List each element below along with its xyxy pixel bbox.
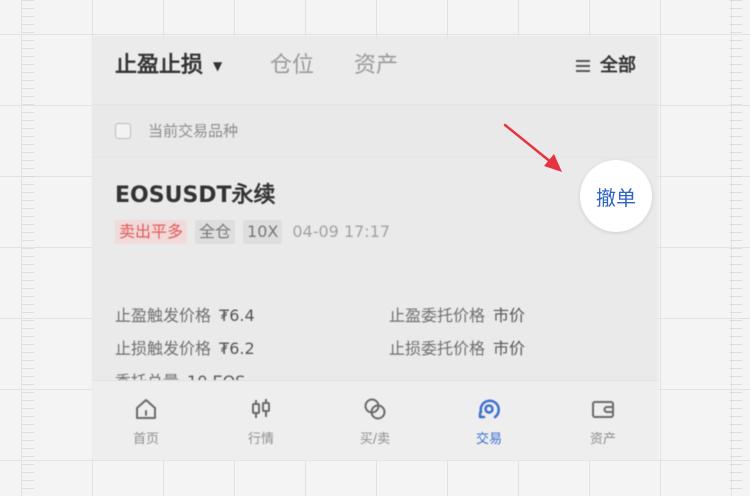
app-screen: 止盈止损 ▼ 仓位 资产 全部 当前交易品种 EOSUSDT永续 卖出平多 全仓… — [92, 36, 658, 460]
left-ruler — [22, 0, 34, 496]
tab-tp-sl[interactable]: 止盈止损 ▼ — [115, 50, 222, 82]
order-card: EOSUSDT永续 卖出平多 全仓 10X 04-09 17:17 止盈触发价格… — [92, 158, 658, 391]
order-side-badge: 卖出平多 — [115, 220, 188, 244]
margin-mode-badge: 全仓 — [195, 220, 236, 244]
tp-trigger-value: ₮6.4 — [219, 306, 255, 325]
tab-tp-sl-label: 止盈止损 — [115, 53, 204, 78]
filter-all-label: 全部 — [600, 55, 636, 76]
bottom-nav: 首页 行情 买/卖 交易 资产 — [92, 380, 658, 460]
nav-assets[interactable]: 资产 — [573, 395, 633, 449]
sl-order-price: 止损委托价格 市价 — [389, 337, 525, 361]
tp-order-value: 市价 — [493, 306, 526, 325]
candlestick-icon — [252, 399, 270, 418]
order-symbol: EOSUSDT永续 — [115, 183, 276, 208]
leverage-badge: 10X — [243, 220, 283, 244]
sl-trigger-label: 止损触发价格 — [115, 339, 212, 358]
wallet-icon — [592, 401, 614, 418]
trade-icon — [478, 399, 500, 419]
filter-all-button[interactable]: 全部 — [576, 52, 636, 80]
sl-trigger-value: ₮6.2 — [219, 339, 255, 358]
current-symbol-label[interactable]: 当前交易品种 — [148, 120, 238, 142]
nav-market[interactable]: 行情 — [231, 395, 291, 449]
current-symbol-filter: 当前交易品种 — [92, 105, 658, 158]
nav-buy-sell-label: 买/卖 — [359, 432, 391, 447]
nav-home[interactable]: 首页 — [116, 395, 176, 449]
sl-order-value: 市价 — [493, 339, 526, 358]
nav-home-label: 首页 — [132, 432, 159, 447]
current-symbol-checkbox[interactable] — [115, 123, 131, 139]
list-icon — [576, 60, 590, 72]
order-time: 04-09 17:17 — [292, 222, 391, 241]
home-icon — [136, 399, 156, 419]
nav-buy-sell[interactable]: 买/卖 — [345, 395, 405, 449]
nav-trade[interactable]: 交易 — [459, 395, 519, 449]
right-ruler — [730, 0, 742, 496]
tp-order-price: 止盈委托价格 市价 — [389, 304, 525, 328]
order-tags: 卖出平多 全仓 10X 04-09 17:17 — [115, 220, 390, 244]
sl-trigger-price: 止损触发价格 ₮6.2 — [115, 337, 255, 361]
cancel-order-button[interactable]: 撤单 — [580, 160, 652, 232]
tp-order-label: 止盈委托价格 — [389, 306, 486, 325]
tab-assets[interactable]: 资产 — [354, 50, 398, 82]
tp-trigger-label: 止盈触发价格 — [115, 306, 212, 325]
nav-trade-label: 交易 — [475, 432, 502, 447]
tab-positions[interactable]: 仓位 — [270, 50, 314, 82]
coins-icon — [364, 398, 386, 420]
caret-down-icon: ▼ — [213, 59, 223, 73]
pointer-arrow-icon — [503, 123, 562, 172]
tp-trigger-price: 止盈触发价格 ₮6.4 — [115, 304, 255, 328]
nav-assets-label: 资产 — [589, 432, 616, 447]
sl-order-label: 止损委托价格 — [389, 339, 486, 358]
nav-market-label: 行情 — [247, 432, 274, 447]
tab-header: 止盈止损 ▼ 仓位 资产 全部 — [92, 36, 658, 105]
